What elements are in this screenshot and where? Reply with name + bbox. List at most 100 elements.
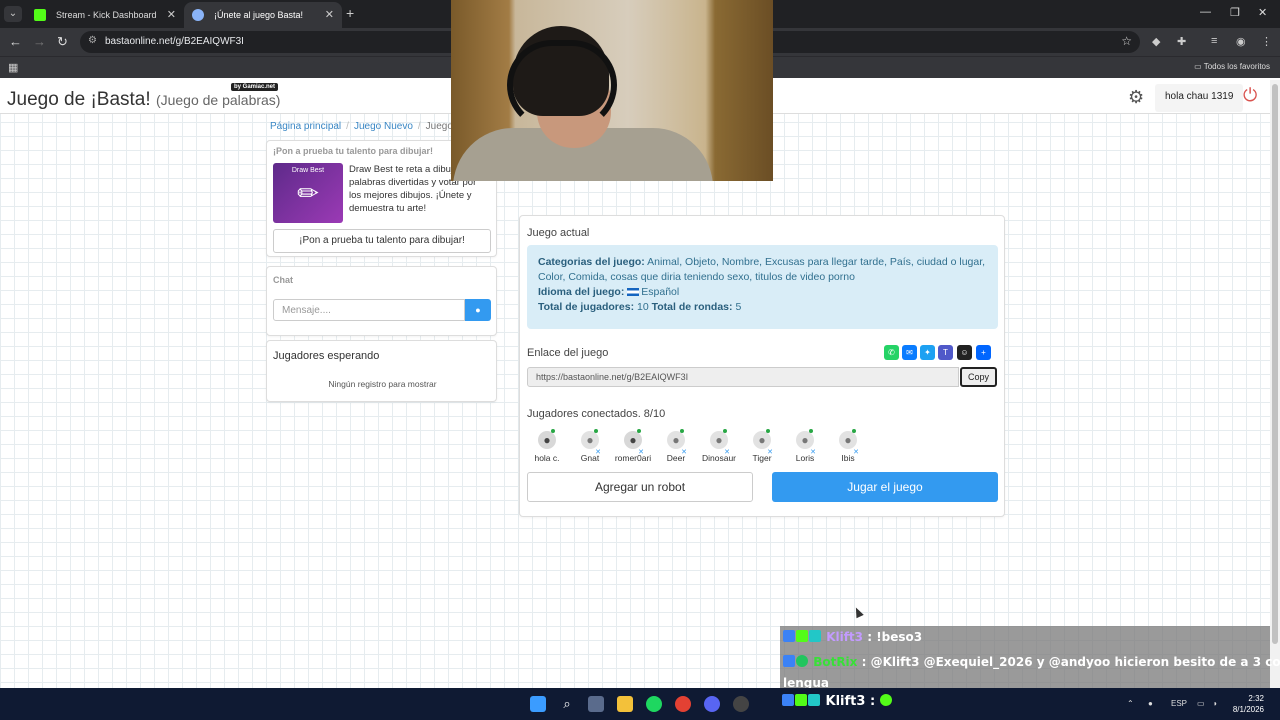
search-icon[interactable]: ⌕ bbox=[559, 696, 575, 712]
language-indicator[interactable]: ESP bbox=[1171, 699, 1187, 708]
game-heading: Juego actual bbox=[527, 227, 590, 239]
volume-icon[interactable]: ◗ bbox=[1213, 699, 1218, 708]
emote-icon bbox=[879, 694, 892, 706]
badge-icon bbox=[808, 694, 820, 706]
snapchat-icon[interactable]: ☺ bbox=[957, 345, 972, 360]
reload-icon[interactable]: ↻ bbox=[57, 34, 68, 50]
online-dot bbox=[852, 429, 856, 433]
media-icon[interactable]: ≡ bbox=[1211, 35, 1217, 47]
webcam-overlay bbox=[451, 0, 773, 181]
extensions-puzzle-icon[interactable]: ✚ bbox=[1177, 35, 1186, 48]
network-icon[interactable]: ▭ bbox=[1197, 699, 1205, 708]
whatsapp-icon[interactable]: ✆ bbox=[884, 345, 899, 360]
art-title: Draw Best bbox=[291, 167, 325, 174]
categories-label: Categorias del juego: bbox=[538, 256, 645, 268]
breadcrumb-new-game[interactable]: Juego Nuevo bbox=[354, 121, 413, 132]
all-bookmarks[interactable]: ▭ Todos los favoritos bbox=[1194, 62, 1270, 71]
chevron-up-icon[interactable]: ⌃ bbox=[1127, 699, 1134, 708]
total-rounds-value: 5 bbox=[735, 301, 742, 313]
promo-button[interactable]: ¡Pon a prueba tu talento para dibujar! bbox=[273, 229, 491, 253]
verified-icon bbox=[796, 655, 808, 667]
add-robot-button[interactable]: Agregar un robot bbox=[527, 472, 753, 502]
breadcrumb-home[interactable]: Página principal bbox=[270, 121, 341, 132]
draw-best-image[interactable]: Draw Best ✏ bbox=[273, 163, 343, 223]
gear-icon[interactable]: ⚙ bbox=[1128, 87, 1144, 108]
game-link-field[interactable]: https://bastaonline.net/g/B2EAIQWF3I bbox=[527, 367, 959, 387]
kick-player-icon[interactable]: ✕ bbox=[638, 448, 644, 456]
chat-panel: Chat Mensaje.... ● bbox=[266, 266, 497, 336]
tab-kick-dashboard[interactable]: Stream - Kick Dashboard ✕ bbox=[26, 2, 184, 28]
chat-text: : !beso3 bbox=[867, 630, 923, 644]
player-item: ● ✕ romer0ari bbox=[613, 429, 653, 469]
tab-basta[interactable]: ¡Únete al juego Basta! ✕ bbox=[184, 2, 342, 28]
tab-title: Stream - Kick Dashboard bbox=[56, 10, 157, 20]
power-icon[interactable]: ⏻ bbox=[1243, 85, 1257, 106]
kick-player-icon[interactable]: ✕ bbox=[595, 448, 601, 456]
forward-icon[interactable]: → bbox=[33, 34, 46, 49]
kick-player-icon[interactable]: ✕ bbox=[681, 448, 687, 456]
system-clock[interactable]: 2:32 8/1/2026 bbox=[1233, 693, 1264, 715]
connected-players-label: Jugadores conectados. 8/10 bbox=[527, 408, 666, 420]
task-view-icon[interactable] bbox=[588, 696, 604, 712]
restore-icon[interactable]: ❐ bbox=[1230, 6, 1240, 19]
copy-button[interactable]: Copy bbox=[960, 367, 997, 387]
title-text: Juego de ¡Basta! bbox=[7, 89, 151, 110]
promo-heading: ¡Pon a prueba tu talento para dibujar! bbox=[273, 146, 434, 156]
tab-search-icon[interactable]: ⌄ bbox=[4, 6, 22, 22]
site-info-icon[interactable]: ⚙ bbox=[88, 35, 97, 46]
profile-icon[interactable]: ◉ bbox=[1236, 35, 1246, 48]
close-window-icon[interactable]: ✕ bbox=[1258, 6, 1267, 19]
twitter-icon[interactable]: ✦ bbox=[920, 345, 935, 360]
page-scrollbar[interactable] bbox=[1270, 80, 1280, 688]
bookmark-star-icon[interactable]: ☆ bbox=[1121, 34, 1132, 48]
kick-player-icon[interactable]: ✕ bbox=[767, 448, 773, 456]
menu-icon[interactable]: ⋮ bbox=[1261, 35, 1272, 48]
extension-icon[interactable]: ◆ bbox=[1152, 35, 1160, 48]
site-title[interactable]: Juego de ¡Basta! (Juego de palabras) bbox=[7, 89, 280, 111]
spotify-icon[interactable] bbox=[646, 696, 662, 712]
apps-grid-icon[interactable]: ▦ bbox=[8, 61, 18, 74]
player-item: ● hola c. bbox=[527, 429, 567, 469]
url-text: bastaonline.net/g/B2EAIQWF3I bbox=[105, 36, 244, 47]
add-share-icon[interactable]: + bbox=[976, 345, 991, 360]
subtitle-text: (Juego de palabras) bbox=[155, 92, 281, 108]
chat-bubble-icon: ● bbox=[475, 305, 481, 315]
close-icon[interactable]: ✕ bbox=[325, 2, 334, 28]
player-item: ● ✕ Dinosaur bbox=[699, 429, 739, 469]
breadcrumb-current: Juego bbox=[425, 121, 453, 132]
microphone-icon[interactable]: ● bbox=[1148, 699, 1153, 708]
send-button[interactable]: ● bbox=[465, 299, 491, 321]
discord-icon[interactable] bbox=[704, 696, 720, 712]
kick-player-icon[interactable]: ✕ bbox=[810, 448, 816, 456]
user-icon: ● bbox=[624, 431, 642, 449]
messenger-icon[interactable]: ✉ bbox=[902, 345, 917, 360]
new-tab-button[interactable]: + bbox=[346, 5, 354, 21]
chat-username: BotRix bbox=[813, 655, 858, 669]
obs-icon[interactable] bbox=[733, 696, 749, 712]
user-button[interactable]: hola chau 1319 bbox=[1155, 84, 1244, 112]
globe-icon bbox=[192, 9, 204, 21]
badge-icon bbox=[783, 630, 795, 642]
chat-message-input[interactable]: Mensaje.... bbox=[273, 299, 465, 321]
empty-message: Ningún registro para mostrar bbox=[328, 379, 437, 389]
minimize-icon[interactable]: — bbox=[1200, 6, 1211, 18]
headset-icon bbox=[507, 40, 617, 130]
scrollbar-thumb[interactable] bbox=[1272, 84, 1278, 644]
windows-start-icon[interactable] bbox=[530, 696, 546, 712]
file-explorer-icon[interactable] bbox=[617, 696, 633, 712]
user-icon: ● bbox=[538, 431, 556, 449]
kick-player-icon[interactable]: ✕ bbox=[853, 448, 859, 456]
mouse-cursor bbox=[852, 605, 864, 619]
chat-message: Klift3 : !beso3 bbox=[783, 630, 922, 644]
back-icon[interactable]: ← bbox=[9, 34, 22, 49]
play-game-button[interactable]: Jugar el juego bbox=[772, 472, 998, 502]
clock-date: 8/1/2026 bbox=[1232, 705, 1264, 714]
teams-icon[interactable]: T bbox=[938, 345, 953, 360]
folder-icon: ▭ bbox=[1194, 62, 1202, 71]
chrome-icon[interactable] bbox=[675, 696, 691, 712]
stream-chat-overlay: Klift3 : !beso3 BotRix : @Klift3 @Exequi… bbox=[780, 626, 1280, 690]
kick-player-icon[interactable]: ✕ bbox=[724, 448, 730, 456]
close-icon[interactable]: ✕ bbox=[167, 2, 176, 28]
user-icon: ● bbox=[753, 431, 771, 449]
player-item: ● ✕ Ibis bbox=[828, 429, 868, 469]
